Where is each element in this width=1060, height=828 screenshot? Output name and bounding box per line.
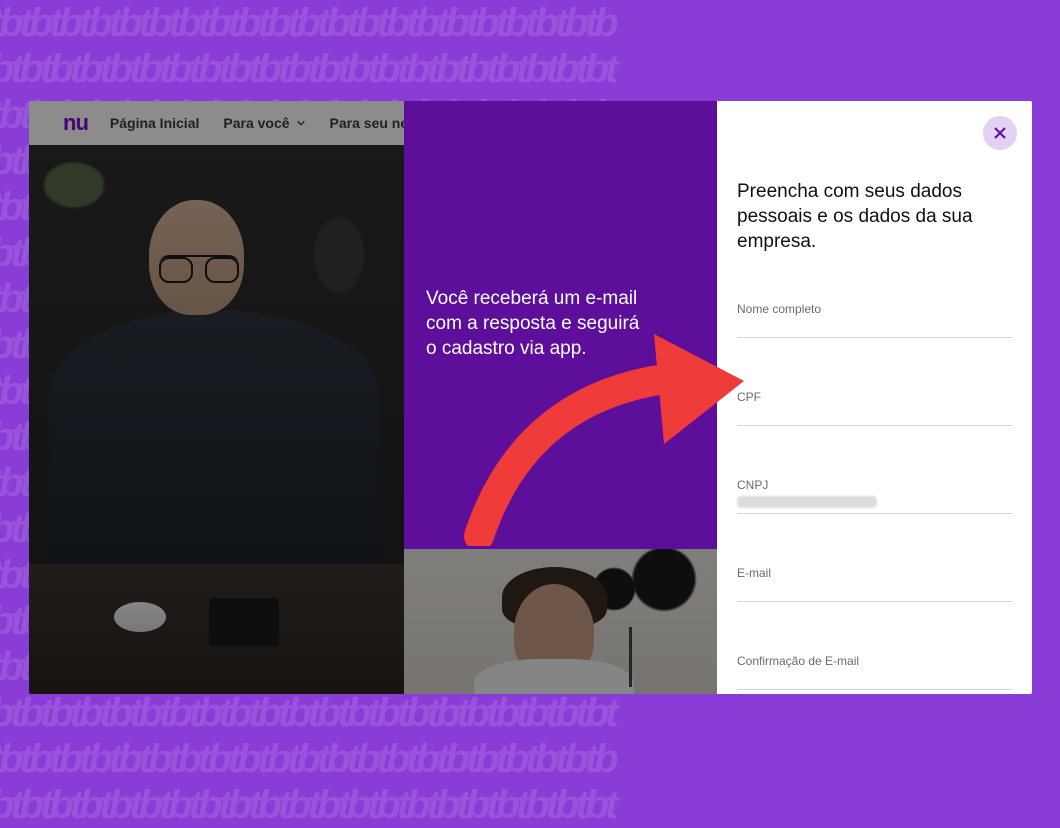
input-cnpj[interactable]: [737, 496, 1012, 514]
label-name: Nome completo: [737, 302, 1012, 316]
label-cpf: CPF: [737, 390, 1012, 404]
field-cnpj: CNPJ: [737, 478, 1012, 514]
input-email[interactable]: [737, 584, 1012, 602]
field-email-confirm: Confirmação de E-mail: [737, 654, 1012, 690]
input-email-confirm[interactable]: [737, 672, 1012, 690]
field-cpf: CPF: [737, 390, 1012, 426]
signup-form-panel: Preencha com seus dados pessoais e os da…: [717, 101, 1032, 694]
label-email-confirm: Confirmação de E-mail: [737, 654, 1012, 668]
close-icon: [993, 126, 1007, 140]
screenshot-stage: nu Página Inicial Para você Para seu neg: [29, 101, 1032, 694]
info-message: Você receberá um e-mail com a resposta e…: [426, 286, 646, 361]
field-name: Nome completo: [737, 302, 1012, 338]
field-email: E-mail: [737, 566, 1012, 602]
close-button[interactable]: [983, 116, 1017, 150]
form-title: Preencha com seus dados pessoais e os da…: [737, 179, 1012, 254]
label-cnpj: CNPJ: [737, 478, 1012, 492]
modal-info-panel: Você receberá um e-mail com a resposta e…: [404, 101, 719, 549]
input-name[interactable]: [737, 320, 1012, 338]
input-cpf[interactable]: [737, 408, 1012, 426]
label-email: E-mail: [737, 566, 1012, 580]
